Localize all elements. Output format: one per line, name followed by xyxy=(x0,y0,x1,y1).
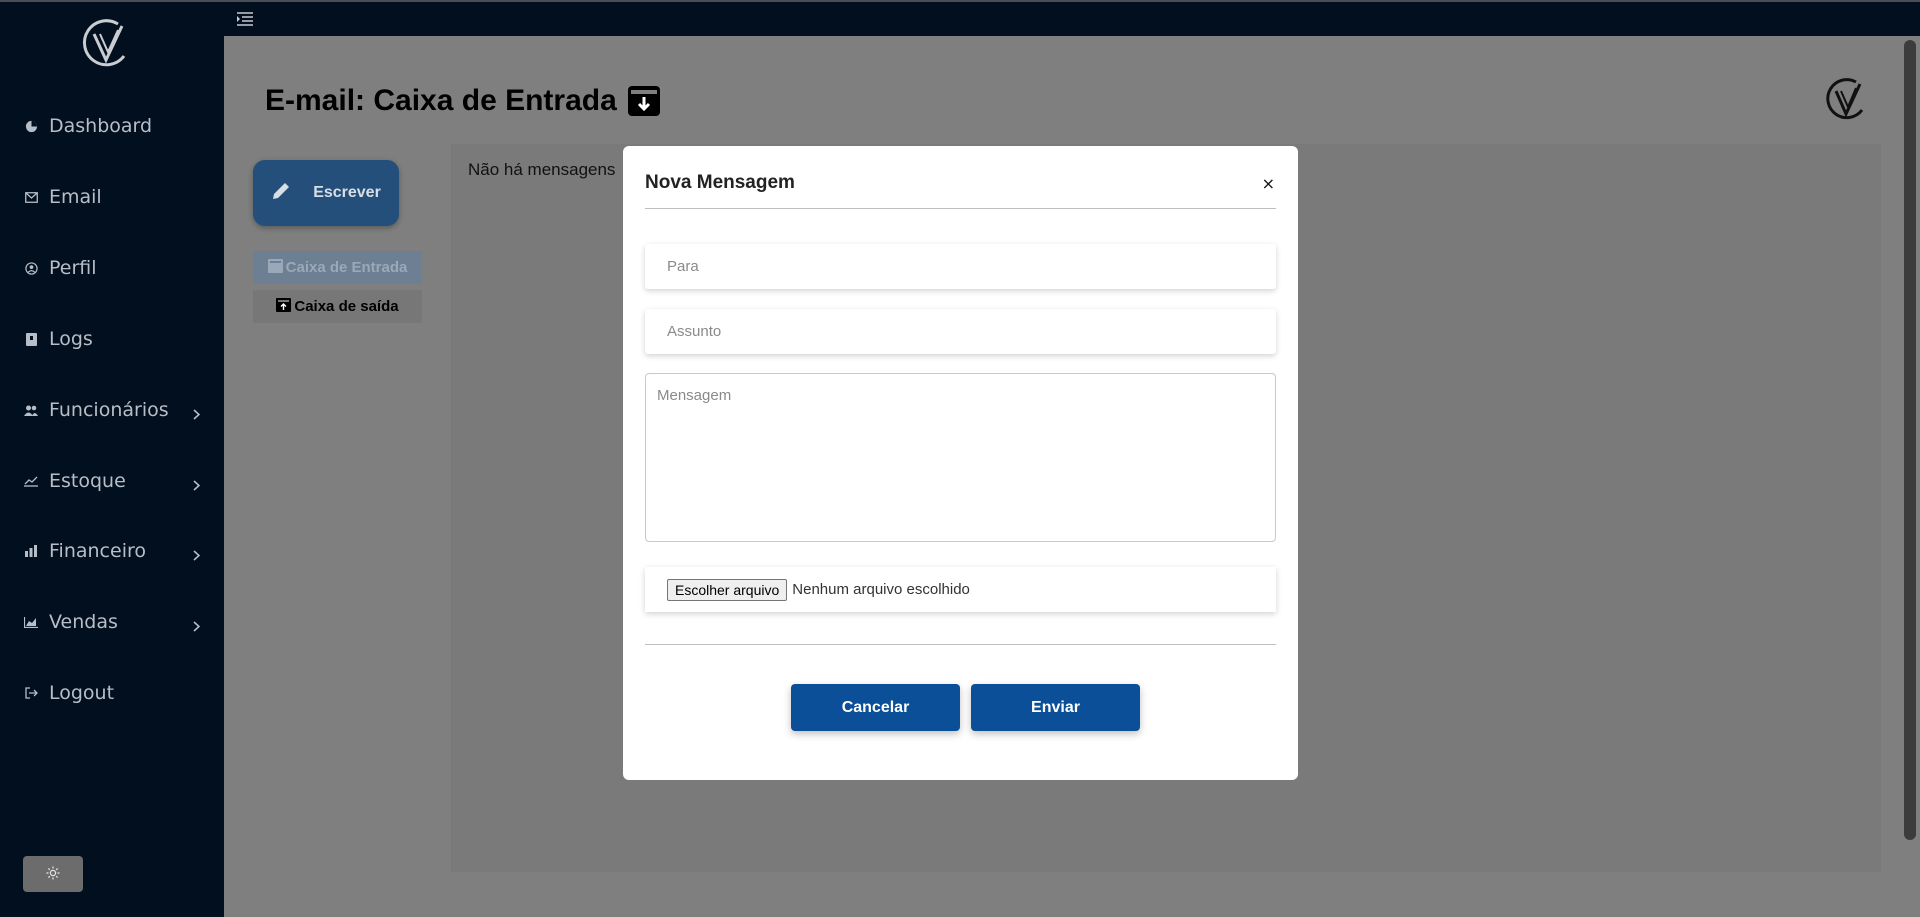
logout-icon xyxy=(24,686,38,700)
finance-icon xyxy=(24,544,38,558)
folder-inbox-label: Caixa de Entrada xyxy=(285,259,408,276)
chevron-right-icon xyxy=(193,615,201,637)
sidebar-item-financeiro[interactable]: Financeiro xyxy=(0,531,224,571)
sidebar-item-label: Logs xyxy=(49,328,93,350)
to-field[interactable]: Para xyxy=(645,244,1276,289)
top-bar xyxy=(224,0,1920,36)
chevron-right-icon xyxy=(193,474,201,496)
sidebar-item-label: Dashboard xyxy=(49,115,153,137)
compose-label: Escrever xyxy=(313,184,381,201)
mail-icon xyxy=(24,190,38,204)
sidebar-item-label: Logout xyxy=(49,682,115,704)
sidebar: Dashboard Email Perfil Logs Funcionários… xyxy=(0,0,224,917)
sidebar-item-label: Estoque xyxy=(49,470,126,492)
sun-icon xyxy=(46,865,60,884)
sidebar-item-estoque[interactable]: Estoque xyxy=(0,461,224,501)
folder-outbox[interactable]: Caixa de saída xyxy=(253,290,422,323)
chevron-right-icon xyxy=(193,544,201,566)
file-attachment-field: Escolher arquivo Nenhum arquivo escolhid… xyxy=(645,567,1276,612)
folder-inbox[interactable]: Caixa de Entrada xyxy=(253,251,422,284)
choose-file-button[interactable]: Escolher arquivo xyxy=(667,578,788,601)
modal-title: Nova Mensagem xyxy=(645,172,795,193)
dashboard-icon xyxy=(24,119,38,133)
pencil-icon xyxy=(271,181,291,206)
bar-chart-icon xyxy=(24,615,38,629)
sidebar-item-perfil[interactable]: Perfil xyxy=(0,248,224,288)
page-title: E-mail: Caixa de Entrada xyxy=(265,84,661,118)
folder-outbox-label: Caixa de saída xyxy=(294,298,399,315)
sidebar-item-label: Financeiro xyxy=(49,540,146,562)
sidebar-item-vendas[interactable]: Vendas xyxy=(0,602,224,642)
sidebar-item-email[interactable]: Email xyxy=(0,177,224,217)
brand-logo-corner xyxy=(1826,78,1864,120)
sidebar-item-funcionarios[interactable]: Funcionários xyxy=(0,390,224,430)
compose-button[interactable]: Escrever xyxy=(253,160,399,226)
sidebar-item-label: Perfil xyxy=(49,257,97,279)
user-circle-icon xyxy=(24,261,38,275)
send-button[interactable]: Enviar xyxy=(971,684,1140,731)
file-status-text: Nenhum arquivo escolhido xyxy=(792,581,970,598)
sidebar-item-dashboard[interactable]: Dashboard xyxy=(0,106,224,146)
sidebar-item-label: Email xyxy=(49,186,102,208)
page-title-text: E-mail: Caixa de Entrada xyxy=(265,84,617,117)
message-textarea[interactable]: Mensagem xyxy=(645,373,1276,542)
users-icon xyxy=(24,403,38,417)
empty-message-text: Não há mensagens xyxy=(468,160,616,179)
divider xyxy=(645,208,1276,209)
sidebar-item-label: Vendas xyxy=(49,611,118,633)
theme-toggle-button[interactable] xyxy=(23,856,83,892)
compose-modal: Nova Mensagem × Para Assunto Mensagem Es… xyxy=(623,146,1298,780)
book-icon xyxy=(24,332,38,346)
sidebar-item-label: Funcionários xyxy=(49,399,169,421)
sidebar-item-logs[interactable]: Logs xyxy=(0,319,224,359)
chart-line-icon xyxy=(24,474,38,488)
subject-field[interactable]: Assunto xyxy=(645,309,1276,354)
brand-logo xyxy=(82,19,126,67)
chevron-right-icon xyxy=(193,403,201,425)
inbox-download-icon xyxy=(627,85,661,117)
outbox-icon xyxy=(276,297,292,316)
inbox-icon xyxy=(267,258,283,277)
scrollbar[interactable] xyxy=(1904,40,1916,840)
sidebar-item-logout[interactable]: Logout xyxy=(0,673,224,713)
menu-toggle-icon[interactable] xyxy=(236,10,254,28)
close-icon[interactable]: × xyxy=(1262,174,1275,193)
divider xyxy=(645,644,1276,645)
cancel-button[interactable]: Cancelar xyxy=(791,684,960,731)
